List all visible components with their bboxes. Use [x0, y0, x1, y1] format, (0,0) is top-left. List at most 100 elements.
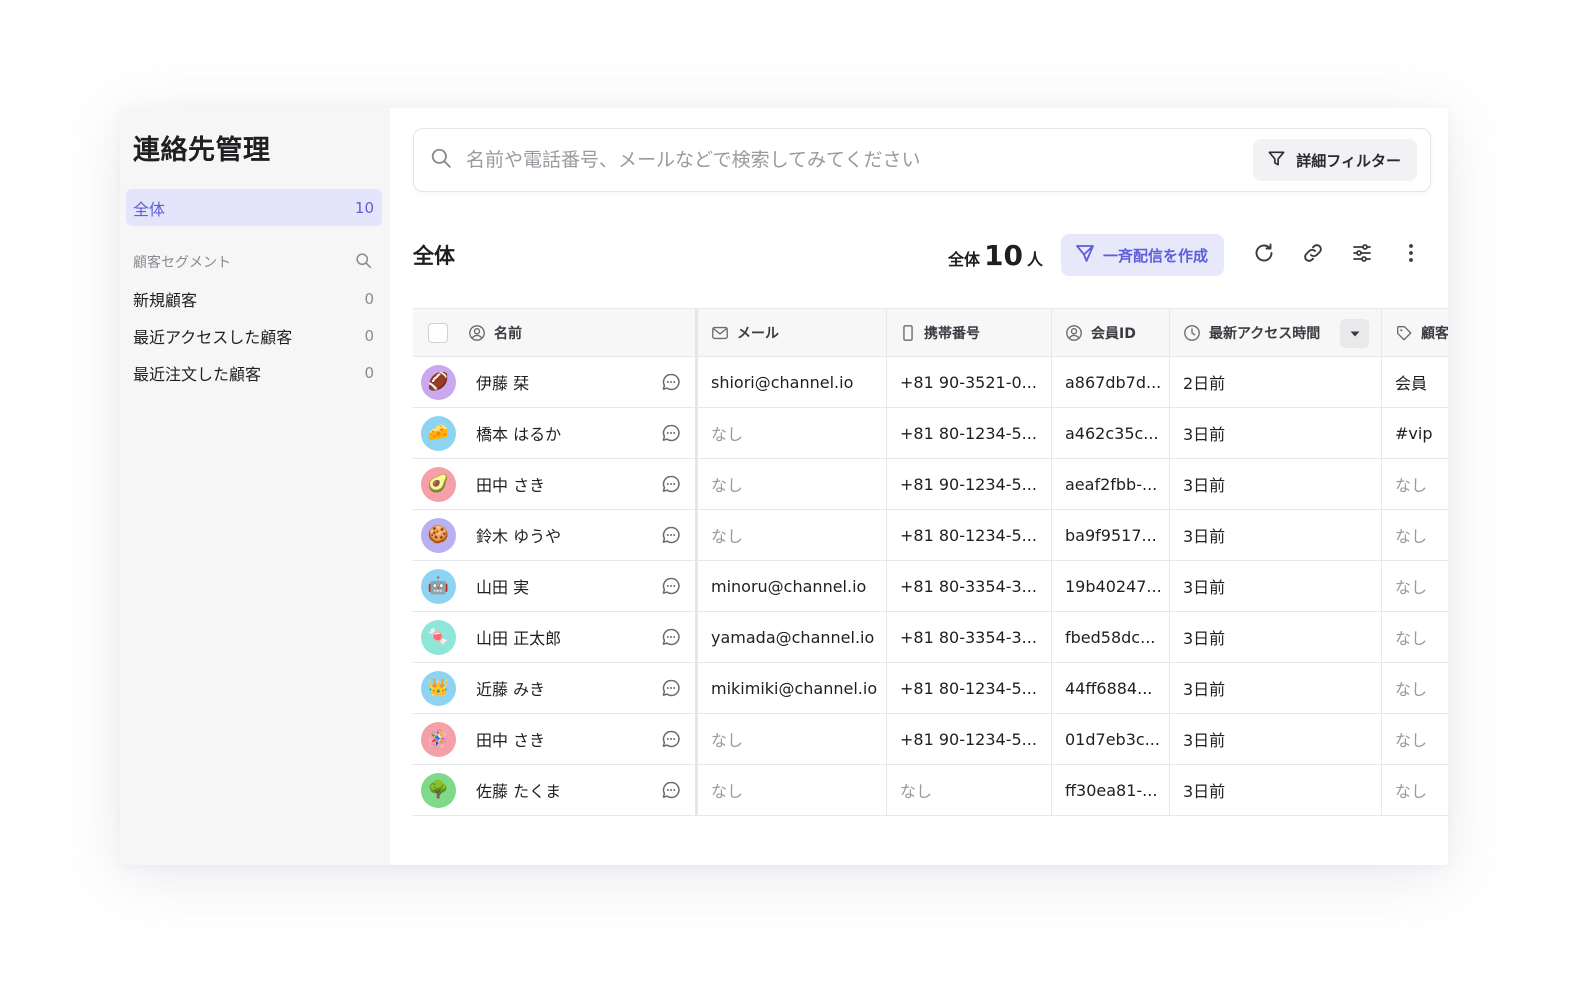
- table-row[interactable]: 👑 近藤 みき mikimiki@channel.io +81 80-1234-…: [413, 663, 1448, 714]
- tag-cell: 会員: [1395, 374, 1428, 393]
- copy-link-button[interactable]: [1292, 234, 1334, 276]
- table-row[interactable]: 🧀 橋本 はるか なし +81 80-1234-5... a462c35c...…: [413, 408, 1448, 459]
- sidebar-item-recently-accessed[interactable]: 最近アクセスした顧客 0: [126, 317, 382, 354]
- search-input[interactable]: [466, 149, 1254, 171]
- name-cell: 🧀 橋本 はるか: [413, 408, 698, 458]
- last-access-cell: 3日前: [1170, 765, 1382, 815]
- member-id-cell: a462c35c...: [1052, 408, 1170, 458]
- column-header-tag[interactable]: 顧客: [1382, 309, 1448, 356]
- tag-cell: なし: [1395, 782, 1428, 801]
- name-cell: 👑 近藤 みき: [413, 663, 698, 713]
- column-settings-button[interactable]: [1341, 234, 1383, 276]
- contact-name[interactable]: 佐藤 たくま: [476, 778, 661, 802]
- name-cell: 🤖 山田 実: [413, 561, 698, 611]
- column-header-label: 会員ID: [1091, 325, 1136, 342]
- chat-icon[interactable]: [661, 678, 681, 698]
- chat-icon[interactable]: [661, 627, 681, 647]
- column-header-name[interactable]: 名前: [413, 309, 698, 356]
- table-row[interactable]: 🌳 佐藤 たくま なし なし ff30ea81-... 3日前 なし: [413, 765, 1448, 816]
- column-header-phone[interactable]: 携帯番号: [887, 309, 1052, 356]
- person-icon: [1065, 324, 1083, 342]
- avatar: 🤖: [421, 568, 456, 604]
- chat-icon[interactable]: [661, 729, 681, 749]
- sidebar-item-all[interactable]: 全体 10: [126, 189, 382, 226]
- avatar: 🍬: [421, 619, 456, 655]
- more-vertical-icon: [1399, 241, 1423, 269]
- column-header-label: 携帯番号: [924, 325, 980, 342]
- member-id-cell: aeaf2fbb-...: [1052, 459, 1170, 509]
- sidebar-title: 連絡先管理: [133, 135, 271, 166]
- table-row[interactable]: 🍬 山田 正太郎 yamada@channel.io +81 80-3354-3…: [413, 612, 1448, 663]
- sort-dropdown-button[interactable]: [1340, 319, 1369, 348]
- name-cell: 🍬 山田 正太郎: [413, 612, 698, 662]
- chat-icon[interactable]: [661, 576, 681, 596]
- phone-cell: +81 80-1234-5...: [887, 663, 1052, 713]
- tag-cell: なし: [1395, 731, 1428, 750]
- advanced-filter-button[interactable]: 詳細フィルター: [1253, 139, 1417, 181]
- sidebar-item-recently-ordered[interactable]: 最近注文した顧客 0: [126, 354, 382, 391]
- contact-name[interactable]: 鈴木 ゆうや: [476, 523, 661, 547]
- phone-cell: なし: [887, 765, 1052, 815]
- sidebar-item-new-customers[interactable]: 新規顧客 0: [126, 280, 382, 317]
- search-bar: 詳細フィルター: [413, 128, 1431, 192]
- member-id-cell: ba9f9517...: [1052, 510, 1170, 560]
- member-id-cell: ff30ea81-...: [1052, 765, 1170, 815]
- table-row[interactable]: 🥑 田中 さき なし +81 90-1234-5... aeaf2fbb-...…: [413, 459, 1448, 510]
- table-row[interactable]: 🪅 田中 さき なし +81 90-1234-5... 01d7eb3c... …: [413, 714, 1448, 765]
- chat-icon[interactable]: [661, 423, 681, 443]
- contact-name[interactable]: 山田 実: [476, 574, 661, 598]
- table-row[interactable]: 🤖 山田 実 minoru@channel.io +81 80-3354-3..…: [413, 561, 1448, 612]
- mail-icon: [711, 324, 729, 342]
- contact-name[interactable]: 伊藤 栞: [476, 370, 661, 394]
- name-cell: 🍪 鈴木 ゆうや: [413, 510, 698, 560]
- send-icon: [1075, 243, 1095, 267]
- contact-name[interactable]: 田中 さき: [476, 472, 661, 496]
- sliders-icon: [1350, 241, 1374, 269]
- contact-name[interactable]: 橋本 はるか: [476, 421, 661, 445]
- create-broadcast-button[interactable]: 一斉配信を作成: [1060, 234, 1224, 276]
- more-options-button[interactable]: [1390, 234, 1432, 276]
- last-access-cell: 2日前: [1170, 357, 1382, 407]
- table-header-row: 名前 メール 携帯番号 会員ID 最新アクセス時間 顧客: [413, 308, 1448, 357]
- contact-name[interactable]: 近藤 みき: [476, 676, 661, 700]
- refresh-button[interactable]: [1243, 234, 1285, 276]
- contact-name[interactable]: 田中 さき: [476, 727, 661, 751]
- tag-cell: なし: [1395, 476, 1428, 495]
- chat-icon[interactable]: [661, 474, 681, 494]
- member-id-cell: 44ff6884...: [1052, 663, 1170, 713]
- column-header-last-access[interactable]: 最新アクセス時間: [1170, 309, 1382, 356]
- sidebar-item-count: 0: [364, 326, 374, 345]
- segment-search-icon[interactable]: [355, 252, 372, 273]
- column-header-mail[interactable]: メール: [698, 309, 887, 356]
- main-panel: 詳細フィルター 全体 全体 10 人 一斉配信を作成: [390, 108, 1448, 865]
- avatar: 👑: [421, 670, 456, 706]
- table-body: 🏈 伊藤 栞 shiori@channel.io +81 90-3521-0..…: [413, 357, 1448, 816]
- mail-cell: なし: [698, 510, 887, 560]
- table-row[interactable]: 🏈 伊藤 栞 shiori@channel.io +81 90-3521-0..…: [413, 357, 1448, 408]
- phone-cell: +81 80-1234-5...: [887, 510, 1052, 560]
- avatar: 🌳: [421, 772, 456, 808]
- avatar: 🥑: [421, 466, 456, 502]
- member-id-cell: fbed58dc...: [1052, 612, 1170, 662]
- last-access-cell: 3日前: [1170, 510, 1382, 560]
- chat-icon[interactable]: [661, 780, 681, 800]
- sidebar-item-label: 全体: [133, 199, 166, 219]
- name-cell: 🥑 田中 さき: [413, 459, 698, 509]
- chat-icon[interactable]: [661, 372, 681, 392]
- column-header-label: 最新アクセス時間: [1209, 325, 1321, 342]
- phone-cell: +81 90-3521-0...: [887, 357, 1052, 407]
- link-icon: [1301, 241, 1325, 269]
- member-id-cell: 01d7eb3c...: [1052, 714, 1170, 764]
- last-access-cell: 3日前: [1170, 663, 1382, 713]
- select-all-checkbox[interactable]: [428, 322, 448, 343]
- table-row[interactable]: 🍪 鈴木 ゆうや なし +81 80-1234-5... ba9f9517...…: [413, 510, 1448, 561]
- avatar: 🧀: [421, 415, 456, 451]
- column-header-label: 名前: [494, 325, 522, 342]
- chat-icon[interactable]: [661, 525, 681, 545]
- mail-cell: なし: [698, 714, 887, 764]
- avatar: 🪅: [421, 721, 456, 757]
- contact-name[interactable]: 山田 正太郎: [476, 625, 661, 649]
- tag-cell: なし: [1395, 578, 1428, 597]
- last-access-cell: 3日前: [1170, 561, 1382, 611]
- column-header-member-id[interactable]: 会員ID: [1052, 309, 1170, 356]
